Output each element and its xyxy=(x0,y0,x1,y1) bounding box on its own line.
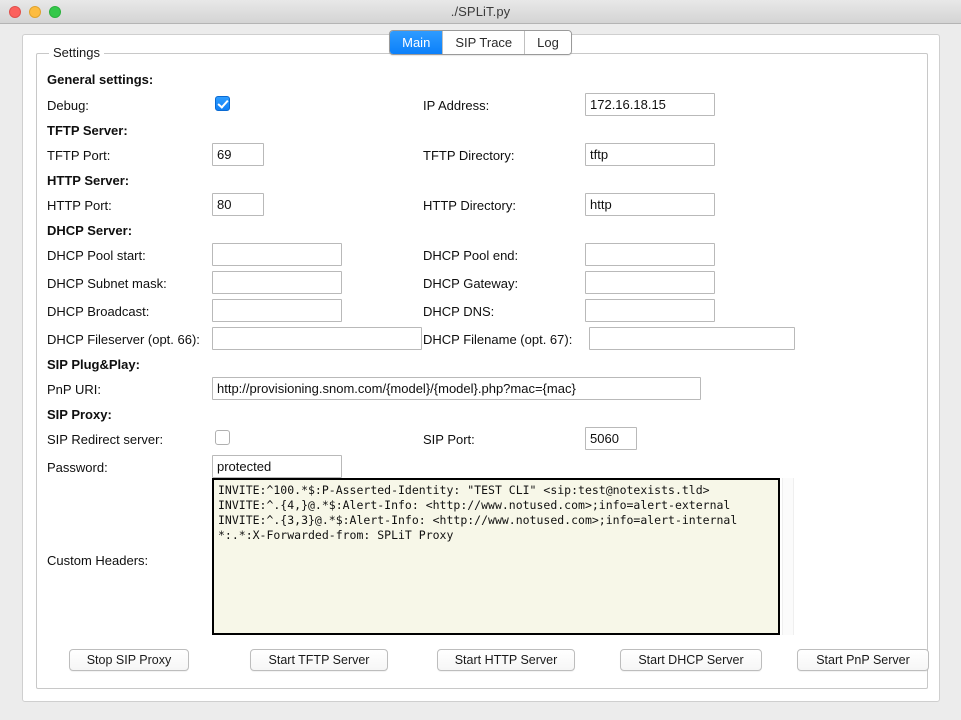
custom-headers-area xyxy=(212,478,794,635)
tab-log[interactable]: Log xyxy=(525,31,571,54)
section-dhcp-server: DHCP Server: xyxy=(47,223,133,238)
label-tftp-directory: TFTP Directory: xyxy=(423,148,515,163)
label-dhcp-dns: DHCP DNS: xyxy=(423,304,495,319)
pnp-server-toggle-button[interactable]: Start PnP Server xyxy=(797,649,929,671)
dhcp-pool-end-input[interactable] xyxy=(585,243,715,266)
label-sip-redirect-server: SIP Redirect server: xyxy=(47,432,164,447)
zoom-button[interactable] xyxy=(49,6,61,18)
label-dhcp-broadcast: DHCP Broadcast: xyxy=(47,304,150,319)
http-port-input[interactable] xyxy=(212,193,264,216)
window-title: ./SPLiT.py xyxy=(450,4,511,19)
custom-headers-textarea[interactable] xyxy=(212,478,780,635)
label-http-directory: HTTP Directory: xyxy=(423,198,516,213)
ip-address-input[interactable] xyxy=(585,93,715,116)
dhcp-server-toggle-button[interactable]: Start DHCP Server xyxy=(620,649,762,671)
label-dhcp-filename: DHCP Filename (opt. 67): xyxy=(423,332,573,347)
label-password: Password: xyxy=(47,460,108,475)
tftp-port-input[interactable] xyxy=(212,143,264,166)
settings-groupbox: Settings General settings: Debug: IP Add… xyxy=(36,45,929,689)
label-sip-port: SIP Port: xyxy=(423,432,475,447)
label-pnp-uri: PnP URI: xyxy=(47,382,101,397)
dhcp-subnet-mask-input[interactable] xyxy=(212,271,342,294)
sip-proxy-toggle-button[interactable]: Stop SIP Proxy xyxy=(69,649,189,671)
label-ip-address: IP Address: xyxy=(423,98,490,113)
dhcp-broadcast-input[interactable] xyxy=(212,299,342,322)
minimize-button[interactable] xyxy=(29,6,41,18)
debug-checkbox[interactable] xyxy=(215,96,230,111)
dhcp-pool-start-input[interactable] xyxy=(212,243,342,266)
dhcp-filename-input[interactable] xyxy=(589,327,795,350)
tab-main[interactable]: Main xyxy=(390,31,444,54)
app-window: ./SPLiT.py Settings General settings: De… xyxy=(0,0,961,720)
sip-port-input[interactable] xyxy=(585,427,637,450)
pnp-uri-input[interactable] xyxy=(212,377,701,400)
label-dhcp-pool-start: DHCP Pool start: xyxy=(47,248,146,263)
label-dhcp-fileserver: DHCP Fileserver (opt. 66): xyxy=(47,332,200,347)
label-custom-headers: Custom Headers: xyxy=(47,553,149,568)
dhcp-gateway-input[interactable] xyxy=(585,271,715,294)
dhcp-dns-input[interactable] xyxy=(585,299,715,322)
label-dhcp-gateway: DHCP Gateway: xyxy=(423,276,519,291)
tftp-directory-input[interactable] xyxy=(585,143,715,166)
http-server-toggle-button[interactable]: Start HTTP Server xyxy=(437,649,575,671)
section-tftp-server: TFTP Server: xyxy=(47,123,128,138)
label-dhcp-pool-end: DHCP Pool end: xyxy=(423,248,519,263)
tab-group: Main SIP Trace Log xyxy=(389,30,572,55)
label-tftp-port: TFTP Port: xyxy=(47,148,111,163)
tab-bar: Main SIP Trace Log xyxy=(0,30,961,58)
custom-headers-scrollbar[interactable] xyxy=(782,478,794,635)
label-http-port: HTTP Port: xyxy=(47,198,112,213)
label-debug: Debug: xyxy=(47,98,89,113)
window-content: Settings General settings: Debug: IP Add… xyxy=(0,24,961,720)
close-button[interactable] xyxy=(9,6,21,18)
title-bar: ./SPLiT.py xyxy=(0,0,961,24)
section-sip-proxy: SIP Proxy: xyxy=(47,407,112,422)
http-directory-input[interactable] xyxy=(585,193,715,216)
section-general-settings: General settings: xyxy=(47,72,154,87)
label-dhcp-subnet-mask: DHCP Subnet mask: xyxy=(47,276,167,291)
section-sip-plug-and-play: SIP Plug&Play: xyxy=(47,357,140,372)
main-panel: Settings General settings: Debug: IP Add… xyxy=(22,34,940,702)
dhcp-fileserver-input[interactable] xyxy=(212,327,422,350)
section-http-server: HTTP Server: xyxy=(47,173,130,188)
password-input[interactable] xyxy=(212,455,342,478)
tftp-server-toggle-button[interactable]: Start TFTP Server xyxy=(250,649,388,671)
tab-sip-trace[interactable]: SIP Trace xyxy=(443,31,526,54)
sip-redirect-server-checkbox[interactable] xyxy=(215,430,230,445)
window-controls xyxy=(9,6,61,18)
